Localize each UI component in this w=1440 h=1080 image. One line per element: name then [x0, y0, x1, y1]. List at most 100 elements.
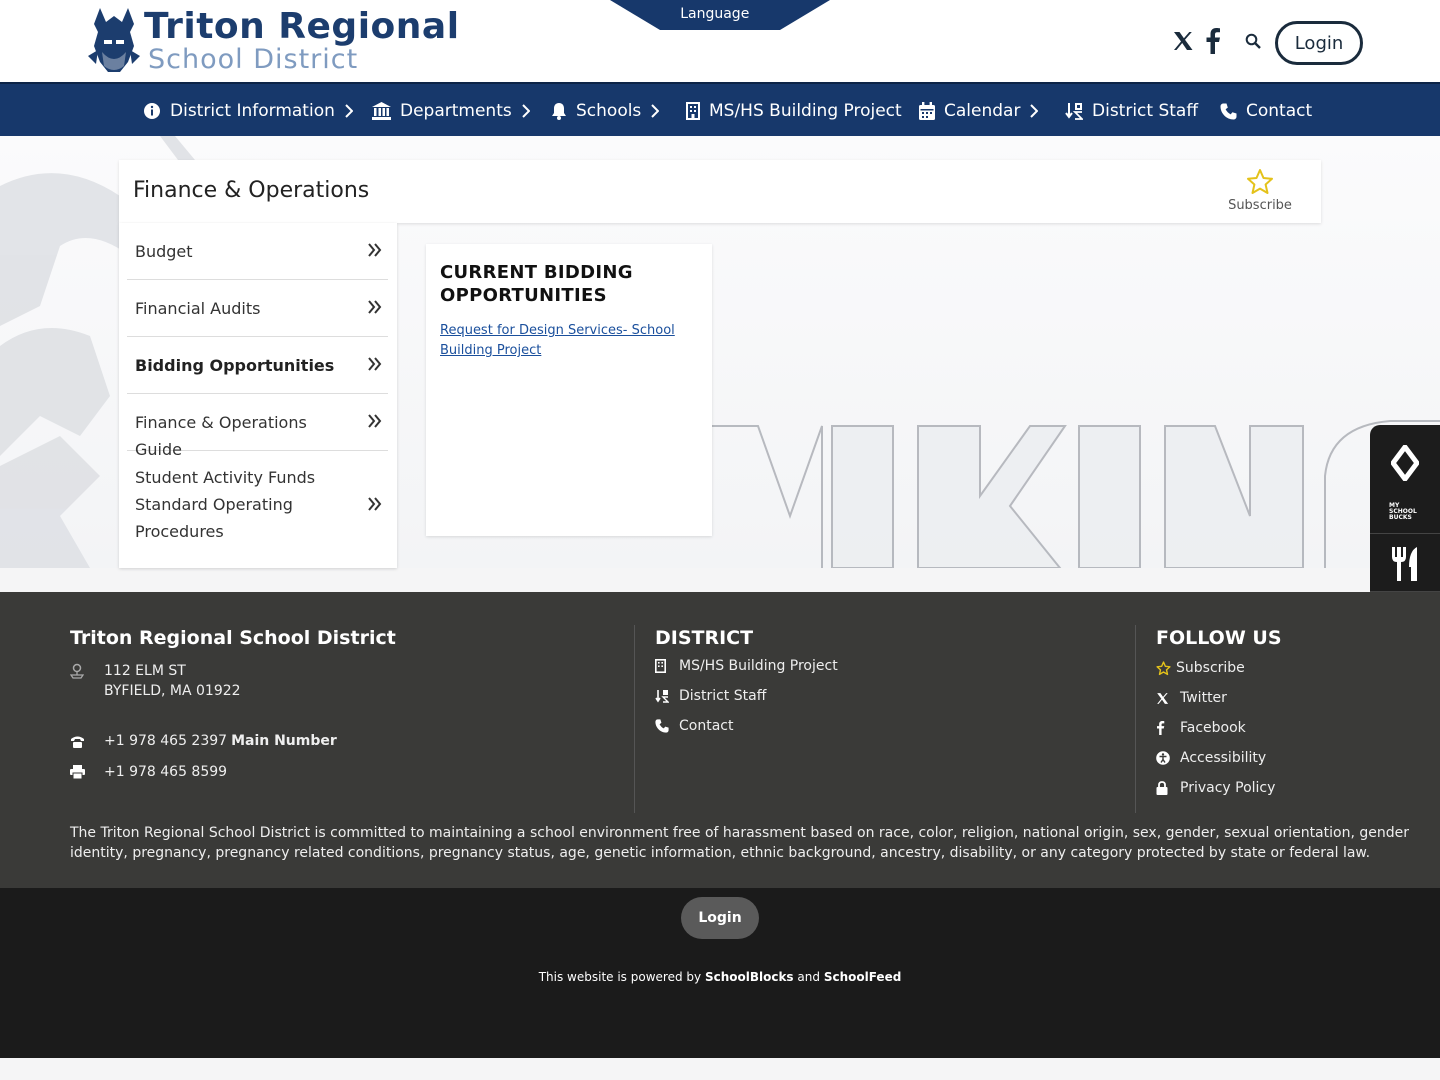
revtrak-icon[interactable]	[1370, 445, 1440, 481]
footer-link-label: Contact	[679, 718, 734, 734]
footer-link-district-staff[interactable]: District Staff	[655, 688, 766, 704]
schoolblocks-link[interactable]: SchoolBlocks	[705, 970, 794, 984]
building-icon	[655, 659, 679, 673]
footer-link-accessibility[interactable]: Accessibility	[1156, 750, 1266, 766]
star-icon	[1156, 660, 1176, 676]
footer-address: 112 ELM ST	[70, 663, 186, 679]
footer-link-label: Twitter	[1180, 690, 1227, 706]
sidebar-item-financial-audits[interactable]: Financial Audits	[127, 280, 388, 337]
phone-icon	[655, 719, 679, 733]
nav-item-schools[interactable]: Schools	[551, 84, 660, 138]
bottom-bar: Login This website is powered by SchoolB…	[0, 888, 1440, 1058]
sidebar-item-label: Bidding Opportunities	[135, 356, 335, 375]
utensils-icon[interactable]	[1370, 545, 1440, 583]
main-nav: District Information Departments Schools…	[0, 82, 1440, 136]
bell-icon	[551, 102, 567, 120]
footer-follow-heading: FOLLOW US	[1156, 627, 1282, 649]
site-footer: Triton Regional School District 112 ELM …	[0, 592, 1440, 888]
non-discrimination-notice: The Triton Regional School District is c…	[70, 825, 1409, 861]
myschoolbucks-icon[interactable]: MY SCHOOL BUCKS	[1370, 503, 1440, 521]
nav-item-district-staff[interactable]: District Staff	[1065, 84, 1198, 138]
sidebar-item-bidding-opportunities[interactable]: Bidding Opportunities	[127, 337, 388, 394]
footer-link-label: Facebook	[1180, 720, 1246, 736]
nav-item-departments[interactable]: Departments	[372, 84, 530, 138]
footer-link-facebook[interactable]: Facebook	[1156, 720, 1246, 736]
printer-icon	[70, 765, 104, 779]
design-services-rfp-link[interactable]: Request for Design Services- School Buil…	[440, 321, 702, 361]
chevron-right-icon	[651, 104, 660, 118]
double-chevron-right-icon	[368, 300, 382, 314]
nav-item-district-information[interactable]: District Information	[143, 84, 353, 138]
nav-item-contact[interactable]: Contact	[1220, 84, 1312, 138]
login-button[interactable]: Login	[1275, 21, 1363, 65]
footer-district-heading: DISTRICT	[655, 627, 754, 649]
phone-icon	[70, 735, 104, 748]
footer-district-name: Triton Regional School District	[70, 627, 396, 649]
nav-item-calendar[interactable]: Calendar	[919, 84, 1039, 138]
footer-login-button[interactable]: Login	[681, 897, 759, 939]
myschoolbucks-label: MY SCHOOL BUCKS	[1389, 502, 1417, 521]
nav-label: Calendar	[944, 101, 1021, 121]
nav-label: Departments	[400, 101, 512, 121]
calendar-icon	[919, 102, 935, 120]
footer-link-privacy-policy[interactable]: Privacy Policy	[1156, 780, 1275, 796]
footer-link-contact[interactable]: Contact	[655, 718, 733, 734]
facebook-icon	[1156, 721, 1180, 735]
phone-icon	[1220, 103, 1237, 120]
nav-label: Schools	[576, 101, 642, 121]
search-icon[interactable]	[1240, 28, 1266, 54]
double-chevron-right-icon	[368, 497, 382, 511]
footer-link-building-project[interactable]: MS/HS Building Project	[655, 658, 838, 674]
building-icon	[686, 102, 700, 120]
x-twitter-icon	[1156, 692, 1180, 705]
footer-link-subscribe[interactable]: Subscribe	[1156, 660, 1245, 676]
sidebar-item-student-activity-funds[interactable]: Student Activity Funds Standard Operatin…	[127, 451, 388, 559]
sidebar-item-finance-operations-guide[interactable]: Finance & Operations Guide	[127, 394, 388, 459]
accessibility-icon	[1156, 751, 1180, 765]
footer-fax: +1 978 465 8599	[70, 764, 227, 780]
sidebar-item-label: Student Activity Funds Standard Operatin…	[135, 468, 316, 541]
nav-label: Contact	[1246, 101, 1313, 121]
sidebar-item-label: Financial Audits	[135, 299, 261, 318]
sort-icon	[655, 689, 679, 703]
footer-link-label: Privacy Policy	[1180, 780, 1276, 796]
nav-label: District Information	[170, 101, 335, 121]
sidebar-menu: Budget Financial Audits Bidding Opportun…	[119, 223, 397, 568]
footer-link-label: District Staff	[679, 688, 767, 704]
phone-number: +1 978 465 2397	[104, 733, 228, 749]
double-chevron-right-icon	[368, 414, 382, 428]
powered-and: and	[797, 970, 820, 984]
viking-logo[interactable]	[84, 6, 144, 76]
nav-item-ms-hs-building-project[interactable]: MS/HS Building Project	[686, 84, 902, 138]
lock-icon	[1156, 781, 1180, 795]
x-twitter-icon[interactable]	[1170, 28, 1196, 54]
address-line-1: 112 ELM ST	[104, 663, 186, 679]
double-chevron-right-icon	[368, 357, 382, 371]
site-title[interactable]: Triton Regional	[144, 6, 460, 47]
star-icon	[1225, 168, 1295, 196]
bidding-opportunities-card: CURRENT BIDDING OPPORTUNITIES Request fo…	[426, 244, 712, 536]
chevron-right-icon	[522, 104, 530, 118]
site-subtitle[interactable]: School District	[148, 44, 358, 75]
sidebar-item-budget[interactable]: Budget	[127, 223, 388, 280]
building-columns-icon	[372, 102, 391, 120]
footer-link-label: Accessibility	[1180, 750, 1267, 766]
powered-by: This website is powered by SchoolBlocks …	[0, 970, 1440, 984]
chevron-right-icon	[345, 104, 353, 118]
phone-label: Main Number	[231, 733, 337, 749]
sort-icon	[1065, 102, 1083, 120]
nav-label: MS/HS Building Project	[709, 101, 902, 121]
facebook-icon[interactable]	[1200, 28, 1226, 54]
footer-phone[interactable]: +1 978 465 2397 Main Number	[70, 733, 337, 749]
powered-prefix: This website is powered by	[538, 970, 702, 984]
language-selector[interactable]: Language	[610, 0, 830, 30]
footer-link-label: MS/HS Building Project	[679, 658, 838, 674]
footer-link-label: Subscribe	[1176, 660, 1245, 676]
double-chevron-right-icon	[368, 243, 382, 257]
sidebar-item-label: Budget	[135, 242, 193, 261]
subscribe-button[interactable]: Subscribe	[1225, 168, 1295, 213]
map-marker-icon	[70, 663, 104, 679]
footer-link-twitter[interactable]: Twitter	[1156, 690, 1227, 706]
schoolfeed-link[interactable]: SchoolFeed	[824, 970, 901, 984]
card-heading: CURRENT BIDDING OPPORTUNITIES	[440, 262, 633, 306]
